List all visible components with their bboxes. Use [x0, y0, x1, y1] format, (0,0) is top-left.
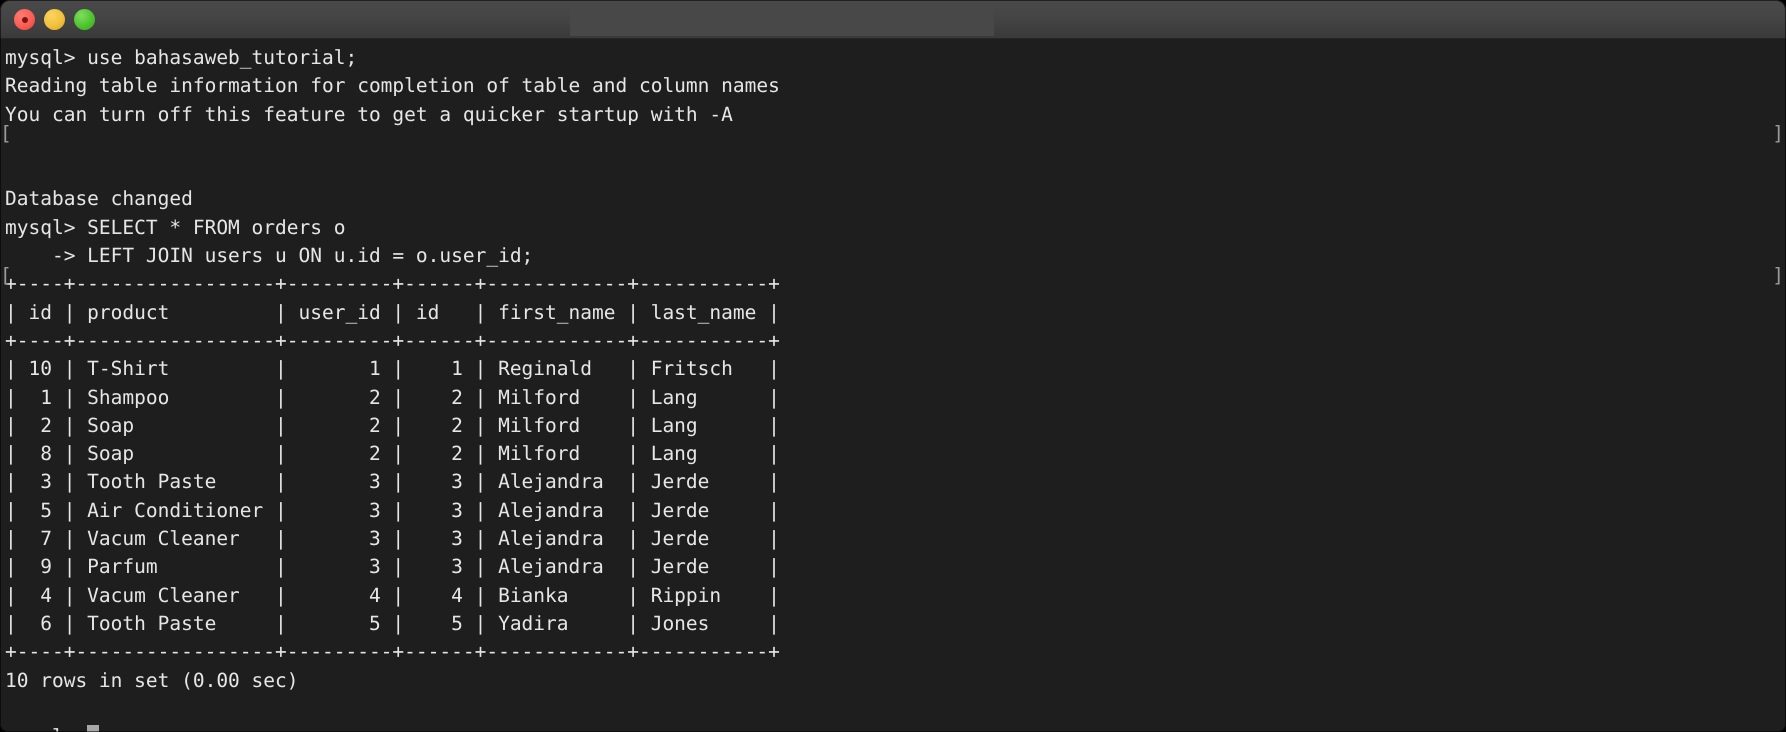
terminal-line: Reading table information for completion…	[5, 74, 780, 98]
terminal-line: -> LEFT JOIN users u ON u.id = o.user_id…	[5, 244, 534, 268]
terminal-line: You can turn off this feature to get a q…	[5, 102, 733, 126]
terminal-output-area[interactable]: mysql> use bahasaweb_tutorial; Reading ta…	[0, 39, 1786, 732]
table-row: | 4 | Vacum Cleaner | 4 | 4 | Bianka | R…	[5, 583, 780, 607]
terminal-line: mysql> SELECT * FROM orders o	[5, 215, 346, 239]
minimize-window-button[interactable]	[44, 9, 65, 30]
terminal-prompt-line: mysql>	[5, 723, 780, 732]
title-bar-tint	[570, 6, 994, 36]
table-row: | 8 | Soap | 2 | 2 | Milford | Lang |	[5, 442, 780, 466]
table-row: | 2 | Soap | 2 | 2 | Milford | Lang |	[5, 413, 780, 437]
terminal-console-text: mysql> use bahasaweb_tutorial; Reading ta…	[5, 44, 780, 732]
table-row: | 5 | Air Conditioner | 3 | 3 | Alejandr…	[5, 498, 780, 522]
selection-marker-right-table: ]	[1772, 264, 1784, 287]
traffic-light-controls	[14, 9, 95, 30]
row-count-status: 10 rows in set (0.00 sec)	[5, 668, 299, 692]
table-row: | 6 | Tooth Paste | 5 | 5 | Yadira | Jon…	[5, 611, 780, 635]
table-row: | 10 | T-Shirt | 1 | 1 | Reginald | Frit…	[5, 357, 780, 381]
table-header-separator: +----+-----------------+---------+------…	[5, 328, 780, 352]
selection-marker-left-top: [	[0, 122, 12, 145]
terminal-line: mysql> use bahasaweb_tutorial;	[5, 46, 358, 69]
terminal-window: mysql> use bahasaweb_tutorial; Reading ta…	[0, 0, 1786, 732]
prompt-label: mysql>	[5, 725, 75, 732]
selection-marker-right-top: ]	[1772, 122, 1784, 145]
text-cursor[interactable]	[87, 725, 100, 732]
terminal-line: Database changed	[5, 187, 193, 211]
close-window-button[interactable]	[14, 9, 35, 30]
table-row: | 1 | Shampoo | 2 | 2 | Milford | Lang |	[5, 385, 780, 409]
table-row: | 9 | Parfum | 3 | 3 | Alejandra | Jerde…	[5, 555, 780, 579]
maximize-window-button[interactable]	[74, 9, 95, 30]
selection-marker-left-table: [	[0, 264, 12, 287]
table-row: | 3 | Tooth Paste | 3 | 3 | Alejandra | …	[5, 470, 780, 494]
table-top-border: +----+-----------------+---------+------…	[5, 272, 780, 296]
table-header-row: | id | product | user_id | id | first_na…	[5, 300, 780, 324]
table-bottom-border: +----+-----------------+---------+------…	[5, 640, 780, 664]
table-row: | 7 | Vacum Cleaner | 3 | 3 | Alejandra …	[5, 527, 780, 551]
window-title-bar[interactable]	[0, 0, 1786, 39]
